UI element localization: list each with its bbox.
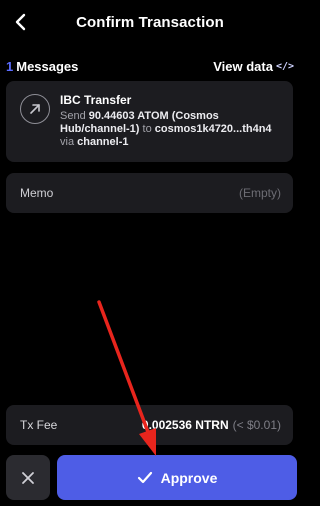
via-word: via [60,136,75,148]
cancel-button[interactable] [6,455,50,500]
chevron-left-icon [15,13,26,31]
page-title: Confirm Transaction [76,13,224,31]
checkmark-icon [137,471,153,485]
to-word: to [142,123,152,135]
tx-fee-amount: 0.002536 NTRN [141,418,229,432]
back-button[interactable] [8,8,34,36]
message-card: IBC Transfer Send 90.44603 ATOM (Cosmos … [6,81,293,162]
approve-label: Approve [160,469,218,486]
message-description: Send 90.44603 ATOM (Cosmos Hub/channel-1… [60,110,286,149]
messages-heading: 1 Messages [6,59,78,74]
memo-field: Memo (Empty) [6,173,293,213]
view-data-link[interactable]: View data </> [213,59,294,74]
memo-label: Memo [20,186,54,200]
message-count: 1 [6,58,14,74]
arrow-up-right-icon [20,94,50,124]
view-data-label: View data [213,58,273,74]
tx-fee-label: Tx Fee [20,418,58,432]
header: Confirm Transaction [0,0,300,44]
tx-fee-usd: (< $0.01) [232,418,281,432]
send-word: Send [60,110,86,122]
tx-fee-values: 0.002536 NTRN (< $0.01) [142,418,281,432]
tx-fee-row: Tx Fee 0.002536 NTRN (< $0.01) [6,405,293,445]
channel-name: channel-1 [77,136,129,148]
recipient-address: cosmos1k4720...th4n4 [154,123,272,135]
approve-button[interactable]: Approve [57,455,297,500]
messages-section-header: 1 Messages View data </> [6,57,294,75]
messages-label: Messages [16,58,79,74]
message-title: IBC Transfer [60,93,132,107]
close-icon [22,471,34,484]
memo-value: (Empty) [239,186,281,200]
code-icon: </> [275,60,294,72]
